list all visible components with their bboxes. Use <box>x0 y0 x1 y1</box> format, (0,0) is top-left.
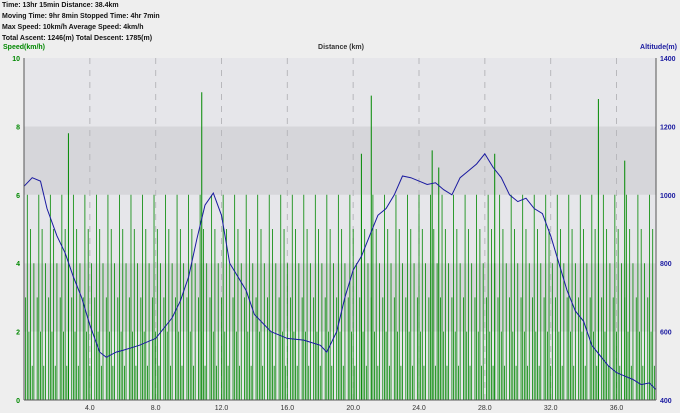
y-axis-left-title: Speed(km/h) <box>3 44 45 51</box>
background-band <box>24 126 656 195</box>
y-right-tick-label: 400 <box>660 398 672 405</box>
speed-altitude-chart: Speed(km/h) Distance (km) Altitude(m) 4.… <box>3 44 677 412</box>
x-tick-label: 16.0 <box>281 405 295 412</box>
y-left-tick-label: 10 <box>12 56 20 63</box>
x-tick-label: 20.0 <box>346 405 360 412</box>
x-tick-label: 4.0 <box>85 405 95 412</box>
y-axis-right-ticks: 400 600 800 1000 1200 1400 <box>660 56 676 405</box>
x-tick-label: 32.0 <box>544 405 558 412</box>
background-band <box>24 194 656 264</box>
y-left-tick-label: 0 <box>16 398 20 405</box>
x-tick-label: 28.0 <box>478 405 492 412</box>
x-axis-title: Distance (km) <box>318 44 364 51</box>
y-left-tick-label: 4 <box>16 261 20 268</box>
y-left-tick-label: 2 <box>16 330 20 337</box>
x-tick-label: 8.0 <box>151 405 161 412</box>
x-tick-label: 24.0 <box>412 405 426 412</box>
y-right-tick-label: 600 <box>660 330 672 337</box>
y-left-tick-label: 6 <box>16 193 20 200</box>
y-axis-left-ticks: 0 2 4 6 8 10 <box>12 56 20 405</box>
y-right-tick-label: 1000 <box>660 193 676 200</box>
x-tick-label: 36.0 <box>610 405 624 412</box>
y-right-tick-label: 800 <box>660 261 672 268</box>
x-axis-ticks: 4.0 8.0 12.0 16.0 20.0 24.0 28.0 32.0 36.0 <box>85 405 623 412</box>
y-left-tick-label: 8 <box>16 124 20 131</box>
y-right-tick-label: 1200 <box>660 124 676 131</box>
background-band <box>24 263 656 332</box>
y-right-tick-label: 1400 <box>660 56 676 63</box>
y-axis-right-title: Altitude(m) <box>640 44 677 51</box>
x-tick-label: 12.0 <box>215 405 229 412</box>
background-band <box>24 58 656 127</box>
